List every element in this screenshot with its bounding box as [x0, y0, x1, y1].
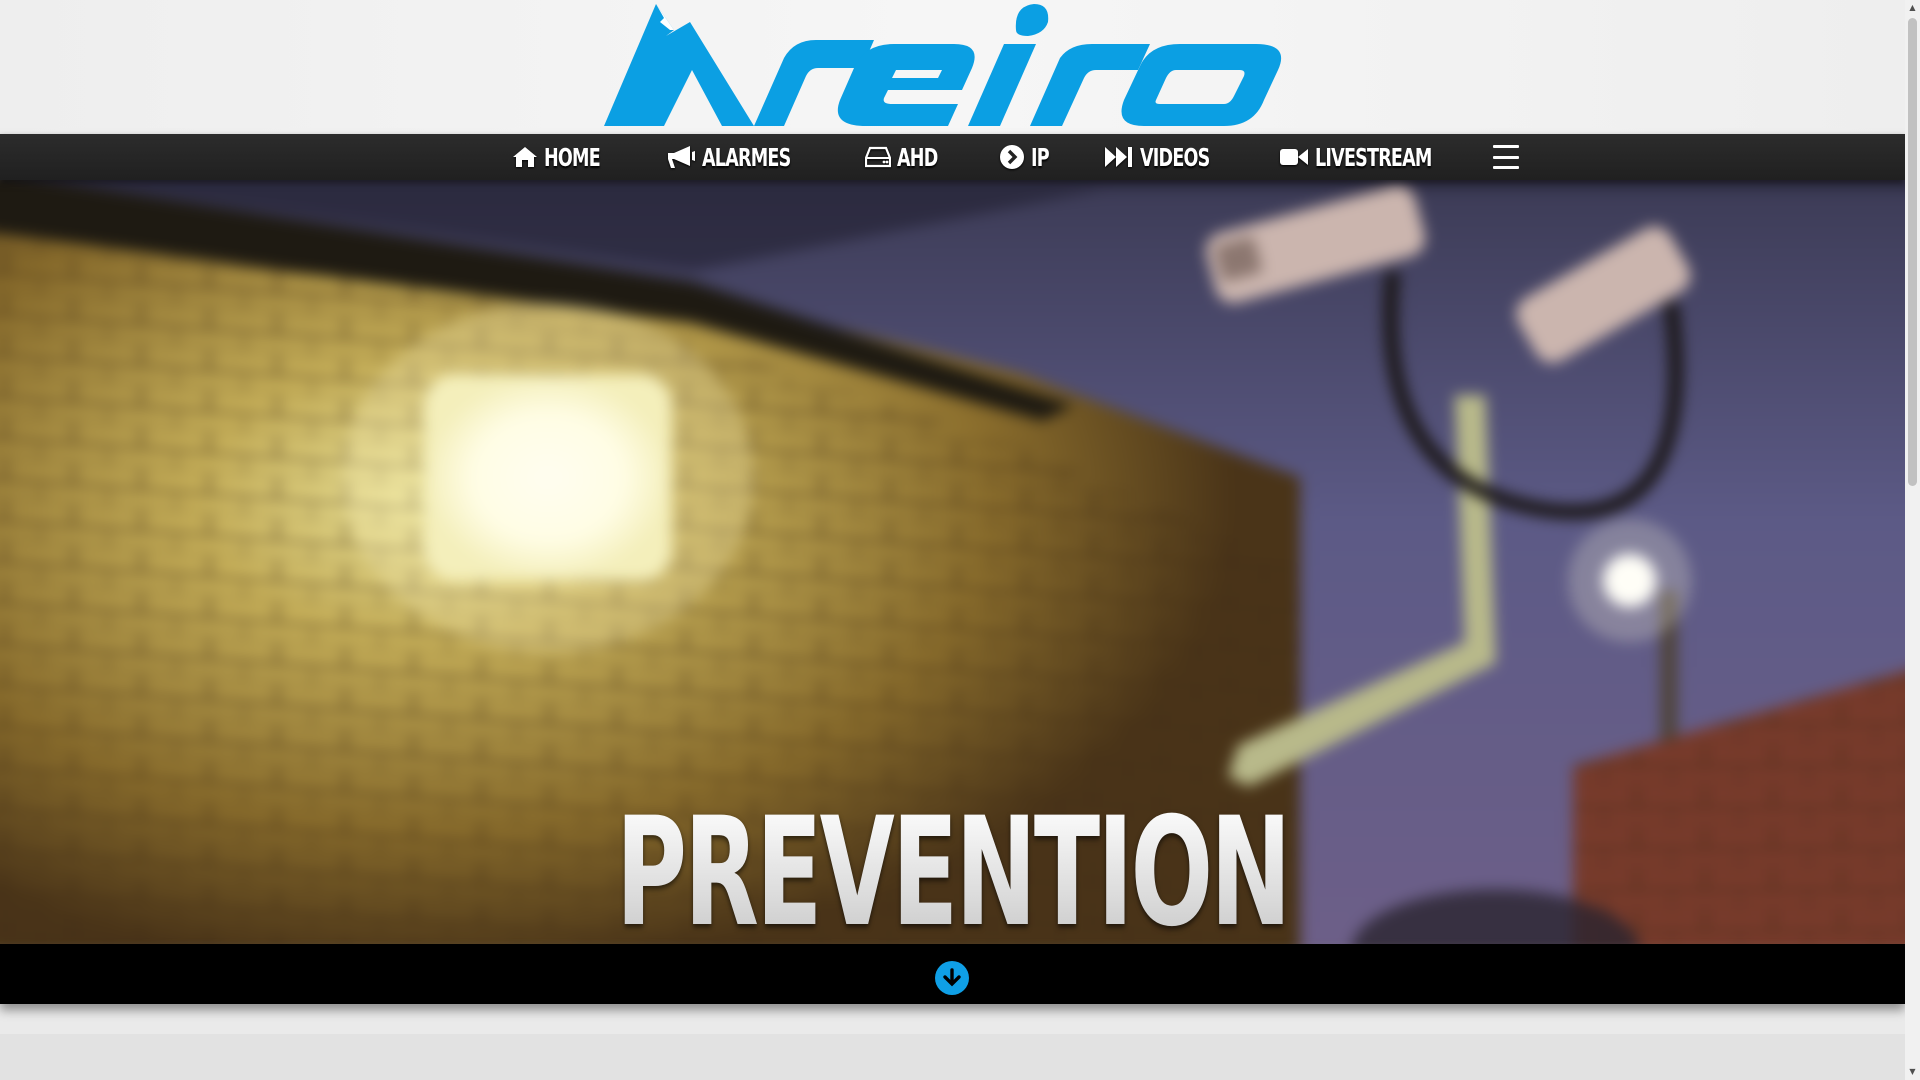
nav-ip-label: IP [1031, 142, 1050, 172]
hero-banner: PREVENTION [0, 180, 1905, 944]
nav-ahd-label: AHD [897, 142, 938, 172]
nav-home-label: HOME [544, 142, 601, 172]
hero-title: PREVENTION [0, 798, 1905, 944]
scroll-down-button[interactable] [935, 961, 969, 995]
nav-ip[interactable]: IP [999, 134, 1054, 180]
nav-alarmes-label: ALARMES [701, 142, 791, 172]
nav-videos[interactable]: VIDEOS [1104, 134, 1229, 180]
header [0, 0, 1905, 134]
hard-drive-icon [865, 146, 892, 168]
fast-forward-icon [1104, 147, 1132, 167]
nav-ahd[interactable]: AHD [865, 134, 949, 180]
megaphone-icon [667, 146, 695, 168]
hero-bottom-band [0, 944, 1905, 1004]
video-camera-icon [1280, 149, 1309, 165]
chevron-circle-right-icon [1000, 145, 1025, 169]
hamburger-menu-icon[interactable] [1492, 145, 1519, 169]
scrollbar-thumb[interactable] [1908, 18, 1917, 486]
scrollbar-down-arrow[interactable]: ▼ [1905, 1064, 1920, 1080]
nav-livestream[interactable]: LIVESTREAM [1279, 134, 1465, 180]
main-nav: HOME ALARMES AHD IP VIDEOS LIVESTREAM [0, 134, 1905, 180]
nav-alarmes[interactable]: ALARMES [666, 134, 815, 180]
nav-videos-label: VIDEOS [1139, 142, 1210, 172]
arrow-down-circle-icon [943, 968, 961, 987]
nav-home[interactable]: HOME [512, 134, 616, 180]
scrollbar-up-arrow[interactable]: ▲ [1905, 0, 1920, 16]
page: HOME ALARMES AHD IP VIDEOS LIVESTREAM PR… [0, 0, 1905, 1080]
home-icon [513, 147, 537, 167]
next-section [0, 1034, 1905, 1080]
lower-strip [0, 1004, 1905, 1034]
brand-logo[interactable] [604, 0, 1304, 130]
vertical-scrollbar[interactable]: ▲ ▼ [1905, 0, 1920, 1080]
nav-livestream-label: LIVESTREAM [1315, 142, 1432, 172]
